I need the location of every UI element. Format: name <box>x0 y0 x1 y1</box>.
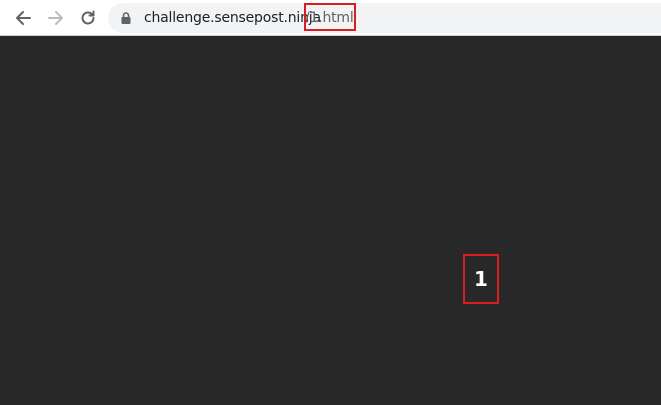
browser-toolbar: challenge.sensepost.ninja /1.html <box>0 0 661 36</box>
reload-icon <box>81 10 95 25</box>
lock-icon <box>121 12 131 24</box>
back-button[interactable] <box>11 6 35 30</box>
forward-button[interactable] <box>44 6 68 30</box>
address-bar[interactable]: challenge.sensepost.ninja /1.html <box>108 3 661 33</box>
reload-button[interactable] <box>76 6 100 30</box>
arrow-right-icon <box>48 11 63 25</box>
page-content <box>0 36 661 405</box>
page-number-label: 1 <box>463 254 499 304</box>
arrow-left-icon <box>16 11 31 25</box>
url-path-highlight-box <box>304 3 356 31</box>
url-host: challenge.sensepost.ninja <box>144 10 321 26</box>
